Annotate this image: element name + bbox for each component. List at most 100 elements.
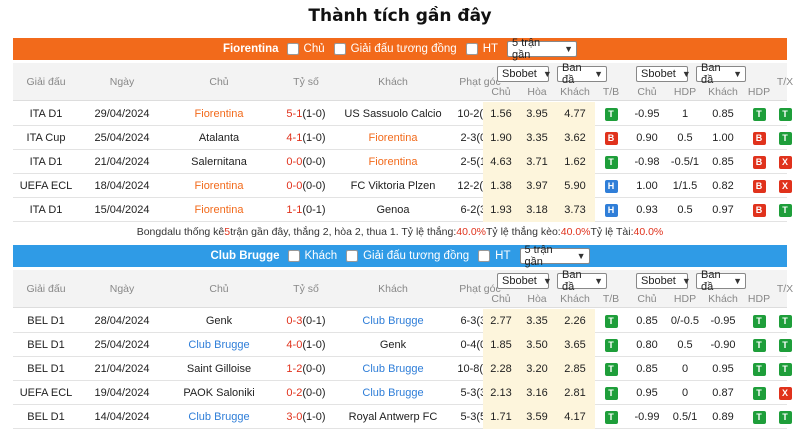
- cell-o2: 3.16: [519, 381, 555, 405]
- cell-league: BEL D1: [13, 333, 79, 357]
- cell-tx: T: [770, 102, 800, 126]
- team-link[interactable]: Saint Gilloise: [187, 363, 251, 375]
- handicap-type-select[interactable]: Ban đầ ▼: [696, 62, 746, 86]
- cell-o2: 3.59: [519, 405, 555, 429]
- cell-o1: 1.93: [483, 198, 519, 222]
- cell-hdp: -0.5/1: [667, 150, 703, 174]
- same-league-checkbox[interactable]: Giải đấu tương đồng: [346, 250, 469, 262]
- score-value: 1-2: [286, 363, 303, 375]
- match-count-select[interactable]: 5 trận gần ▼: [507, 37, 578, 61]
- team-link[interactable]: Genk: [206, 315, 232, 327]
- checkbox-icon: [333, 43, 346, 55]
- handicap-company-select[interactable]: Sbobet ▼: [636, 273, 691, 289]
- cell-text: -0.98: [634, 156, 660, 168]
- cell-text: 2.85: [564, 363, 586, 375]
- cell-h2: 0.85: [703, 102, 743, 126]
- cell-o2: 3.97: [519, 174, 555, 198]
- cell-tb: T: [595, 405, 627, 429]
- cell-o3: 2.81: [555, 381, 595, 405]
- ht-checkbox[interactable]: HT: [465, 43, 498, 55]
- team-link[interactable]: Club Brugge: [188, 411, 249, 423]
- team-link[interactable]: Genk: [380, 339, 406, 351]
- col-tx: T/X: [776, 76, 794, 88]
- cell-text: ITA D1: [29, 204, 63, 216]
- cell-hdp: 0.5/1: [667, 405, 703, 429]
- cell-hdp: 0.5: [667, 126, 703, 150]
- handicap-type-select[interactable]: Ban đầ ▼: [696, 269, 746, 293]
- cell-h1: -0.98: [627, 150, 667, 174]
- odds-company-select[interactable]: Sbobet ▼: [497, 273, 552, 289]
- ht-score: (0-1): [302, 315, 326, 327]
- handicap-company-select[interactable]: Sbobet ▼: [636, 66, 691, 82]
- result-badge: B: [752, 131, 766, 145]
- cell-away: FC Viktoria Plzen: [339, 174, 447, 198]
- cell-away: Royal Antwerp FC: [339, 405, 447, 429]
- cell-text: 0.85: [712, 108, 734, 120]
- cell-text: 21/04/2024: [94, 156, 150, 168]
- cell-hdp: 0.5: [667, 198, 703, 222]
- cell-league: ITA D1: [13, 102, 79, 126]
- cell-text: 0.5: [677, 204, 693, 216]
- result-badge: X: [778, 386, 792, 400]
- team-link[interactable]: Fiorentina: [195, 108, 244, 120]
- cell-o3: 3.73: [555, 198, 595, 222]
- team-link[interactable]: Club Brugge: [188, 339, 249, 351]
- cell-tb: H: [595, 174, 627, 198]
- team-link[interactable]: Atalanta: [199, 132, 239, 144]
- team-link[interactable]: Fiorentina: [195, 204, 244, 216]
- team-link[interactable]: FC Viktoria Plzen: [351, 180, 436, 192]
- col-tx: T/X: [776, 283, 794, 295]
- cell-home: Fiorentina: [165, 198, 273, 222]
- team-link[interactable]: Salernitana: [191, 156, 247, 168]
- table-row: ITA D1 15/04/2024 Fiorentina 1-1 (0-1) Genoa 6…: [13, 198, 792, 222]
- chevron-down-icon: ▼: [681, 276, 691, 286]
- chevron-down-icon: ▼: [542, 276, 552, 286]
- cell-text: 28/04/2024: [94, 315, 150, 327]
- away-filter-checkbox[interactable]: Khách: [287, 250, 337, 262]
- cell-text: 3.20: [526, 363, 548, 375]
- result-badge: X: [778, 155, 792, 169]
- team-link[interactable]: Club Brugge: [362, 363, 423, 375]
- team-link[interactable]: Fiorentina: [369, 132, 418, 144]
- team-link[interactable]: Royal Antwerp FC: [349, 411, 438, 423]
- match-count-select[interactable]: 5 trận gần ▼: [519, 244, 590, 268]
- cell-score: 0-0 (0-0): [273, 174, 339, 198]
- team-link[interactable]: Genoa: [376, 204, 409, 216]
- result-badge: T: [604, 314, 618, 328]
- team-link[interactable]: US Sassuolo Calcio: [344, 108, 441, 120]
- cell-text: 0.5: [677, 339, 693, 351]
- home-filter-checkbox[interactable]: Chủ: [286, 43, 325, 55]
- cell-date: 25/04/2024: [79, 126, 165, 150]
- cell-text: 0.89: [712, 411, 734, 423]
- cell-tb: T: [595, 357, 627, 381]
- result-badge: T: [778, 314, 792, 328]
- cell-away: Fiorentina: [339, 150, 447, 174]
- ht-checkbox[interactable]: HT: [478, 250, 511, 262]
- result-badge: T: [778, 131, 792, 145]
- cell-text: 3.97: [526, 180, 548, 192]
- checkbox-icon: [287, 250, 300, 262]
- cell-hdp: 0.5: [667, 333, 703, 357]
- cell-tx: X: [770, 381, 800, 405]
- cell-o1: 1.38: [483, 174, 519, 198]
- odds-type-select[interactable]: Ban đầ ▼: [557, 269, 607, 293]
- team-link[interactable]: Fiorentina: [369, 156, 418, 168]
- col-home: Chủ: [209, 76, 229, 88]
- team-link[interactable]: Fiorentina: [195, 180, 244, 192]
- odds-type-select[interactable]: Ban đầ ▼: [557, 62, 607, 86]
- cell-text: 0.95: [712, 363, 734, 375]
- team-link[interactable]: Club Brugge: [362, 315, 423, 327]
- sub-home: Chủ: [491, 86, 511, 98]
- team-name: Club Brugge: [210, 250, 280, 262]
- same-league-checkbox[interactable]: Giải đấu tương đồng: [333, 43, 457, 55]
- cell-score: 4-0 (1-0): [273, 333, 339, 357]
- cell-home: Salernitana: [165, 150, 273, 174]
- odds-company-select[interactable]: Sbobet ▼: [497, 66, 552, 82]
- cell-text: 15/04/2024: [94, 204, 150, 216]
- cell-league: ITA D1: [13, 198, 79, 222]
- score-value: 0-0: [286, 156, 303, 168]
- team-link[interactable]: PAOK Saloniki: [183, 387, 254, 399]
- ht-score: (1-0): [302, 108, 326, 120]
- team-link[interactable]: Club Brugge: [362, 387, 423, 399]
- result-badge: T: [752, 107, 766, 121]
